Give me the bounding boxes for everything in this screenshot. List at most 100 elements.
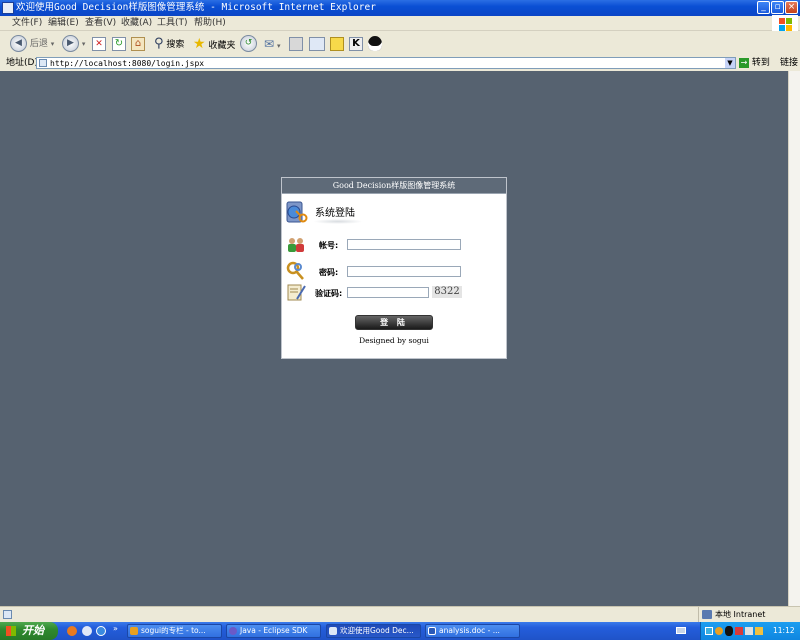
- designer-credit: Designed by sogui: [359, 336, 429, 345]
- edit-button[interactable]: [309, 35, 325, 53]
- windows-flag-icon: [6, 626, 16, 636]
- quicklaunch-firefox-icon[interactable]: [67, 626, 77, 636]
- status-divider: [698, 607, 699, 623]
- menu-help[interactable]: 帮助(H): [194, 16, 226, 30]
- address-url: http://localhost:8080/login.jspx: [50, 59, 205, 68]
- menu-tools[interactable]: 工具(T): [157, 16, 188, 30]
- printer-icon: [289, 36, 303, 51]
- account-input[interactable]: [347, 239, 461, 250]
- search-button[interactable]: ⚲ 搜索: [154, 35, 184, 53]
- search-icon: ⚲: [154, 36, 164, 51]
- password-input[interactable]: [347, 266, 461, 277]
- keys-icon: [286, 261, 304, 280]
- note-icon: [330, 36, 344, 51]
- task-button-blog[interactable]: sogui的专栏 - to...: [127, 624, 222, 638]
- go-arrow-icon: →: [739, 57, 749, 68]
- login-header: Good Decision样版图像管理系统: [282, 178, 506, 194]
- quicklaunch-app-icon[interactable]: [82, 626, 92, 636]
- refresh-button[interactable]: ↻: [112, 35, 126, 53]
- tray-volume-icon[interactable]: [745, 627, 753, 635]
- tray-security-icon[interactable]: [735, 627, 743, 635]
- close-button[interactable]: ×: [785, 1, 798, 14]
- task-button-eclipse[interactable]: Java - Eclipse SDK: [226, 624, 321, 638]
- star-icon: ★: [193, 36, 206, 52]
- go-label: 转到: [751, 58, 770, 68]
- toolbar: ◀ 后退 ▾ ▶ ▾ ✕ ↻ ⌂ ⚲ 搜索 ★ 收藏夹 ↺ ✉ ▾ K: [0, 31, 800, 57]
- back-button[interactable]: ◀ 后退 ▾: [10, 35, 54, 53]
- forward-button[interactable]: ▶ ▾: [62, 35, 85, 53]
- address-dropdown-icon[interactable]: ▼: [725, 58, 735, 68]
- word-task-icon: [428, 627, 436, 635]
- minimize-button[interactable]: _: [757, 1, 770, 14]
- discuss-button[interactable]: [330, 35, 344, 53]
- title-shadow: [313, 219, 363, 224]
- menu-view[interactable]: 查看(V): [85, 16, 116, 30]
- address-bar: 地址(D) http://localhost:8080/login.jspx ▼…: [0, 56, 800, 72]
- login-panel: Good Decision样版图像管理系统 系统登陆 帐号: 密码: 验证码: …: [281, 177, 507, 359]
- ie-task-icon: [329, 627, 337, 635]
- window-title-bar: 欢迎使用Good Decision样版图像管理系统 - Microsoft In…: [0, 0, 800, 16]
- task-label: analysis.doc - ...: [439, 626, 500, 635]
- favorites-button[interactable]: ★ 收藏夹: [193, 35, 235, 53]
- account-label: 帐号:: [319, 241, 339, 250]
- menu-bar: 文件(F) 编辑(E) 查看(V) 收藏(A) 工具(T) 帮助(H): [0, 16, 800, 31]
- login-title: 系统登陆: [315, 208, 355, 219]
- globe-key-icon: [286, 201, 308, 223]
- password-label: 密码:: [319, 268, 339, 277]
- home-button[interactable]: ⌂: [131, 35, 145, 53]
- window-title: 欢迎使用Good Decision样版图像管理系统 - Microsoft In…: [16, 2, 376, 13]
- start-button[interactable]: 开始: [0, 622, 58, 640]
- eclipse-task-icon: [229, 627, 237, 635]
- task-button-word[interactable]: analysis.doc - ...: [425, 624, 520, 638]
- firefox-task-icon: [130, 627, 138, 635]
- links-label[interactable]: 链接: [780, 56, 798, 71]
- back-label: 后退: [29, 39, 48, 49]
- tray-penguin-icon[interactable]: [725, 626, 733, 636]
- menu-edit[interactable]: 编辑(E): [48, 16, 79, 30]
- history-button[interactable]: ↺: [240, 35, 257, 53]
- tray-java-icon[interactable]: [715, 627, 723, 635]
- quicklaunch-expand-icon[interactable]: »: [113, 624, 118, 633]
- history-icon: ↺: [240, 35, 257, 52]
- favorites-label: 收藏夹: [208, 41, 236, 51]
- go-button[interactable]: → 转到: [739, 56, 770, 71]
- print-button[interactable]: [289, 35, 303, 53]
- messenger-button[interactable]: K: [349, 35, 363, 53]
- menu-favorites[interactable]: 收藏(A): [121, 16, 152, 30]
- captcha-image[interactable]: 8322: [432, 286, 462, 298]
- captcha-input[interactable]: [347, 287, 429, 298]
- refresh-icon: ↻: [112, 36, 126, 51]
- task-button-ie[interactable]: 欢迎使用Good Dec...: [326, 624, 421, 638]
- vertical-scrollbar[interactable]: [788, 71, 800, 606]
- status-bar: 本地 Intranet: [0, 606, 800, 623]
- tray-app-icon[interactable]: [755, 627, 763, 635]
- mail-button[interactable]: ✉ ▾: [264, 35, 280, 53]
- start-label: 开始: [22, 624, 44, 637]
- document-pen-icon: [287, 284, 306, 301]
- maximize-button[interactable]: ▫: [771, 1, 784, 14]
- home-icon: ⌂: [131, 36, 145, 51]
- task-label: 欢迎使用Good Dec...: [340, 626, 414, 635]
- address-input[interactable]: http://localhost:8080/login.jspx ▼: [36, 57, 736, 69]
- intranet-icon: [702, 610, 712, 619]
- task-label: Java - Eclipse SDK: [240, 626, 308, 635]
- stop-button[interactable]: ✕: [92, 35, 106, 53]
- tray-network-icon[interactable]: [705, 627, 713, 635]
- menu-file[interactable]: 文件(F): [12, 16, 42, 30]
- quicklaunch-ie-icon[interactable]: [96, 626, 106, 636]
- stop-icon: ✕: [92, 36, 106, 51]
- users-icon: [288, 238, 304, 252]
- clock[interactable]: 11:12: [773, 622, 795, 640]
- captcha-label: 验证码:: [315, 289, 343, 298]
- k-app-icon: K: [349, 36, 363, 51]
- security-zone: 本地 Intranet: [715, 610, 766, 619]
- done-page-icon: [3, 610, 12, 619]
- qq-button[interactable]: [368, 35, 382, 53]
- system-tray: 11:12: [700, 622, 800, 640]
- login-button[interactable]: 登 陆: [355, 315, 433, 330]
- back-arrow-icon: ◀: [10, 35, 27, 52]
- task-label: sogui的专栏 - to...: [141, 626, 206, 635]
- keyboard-icon[interactable]: [676, 627, 686, 634]
- mail-icon: ✉: [264, 37, 275, 51]
- edit-page-icon: [309, 36, 325, 51]
